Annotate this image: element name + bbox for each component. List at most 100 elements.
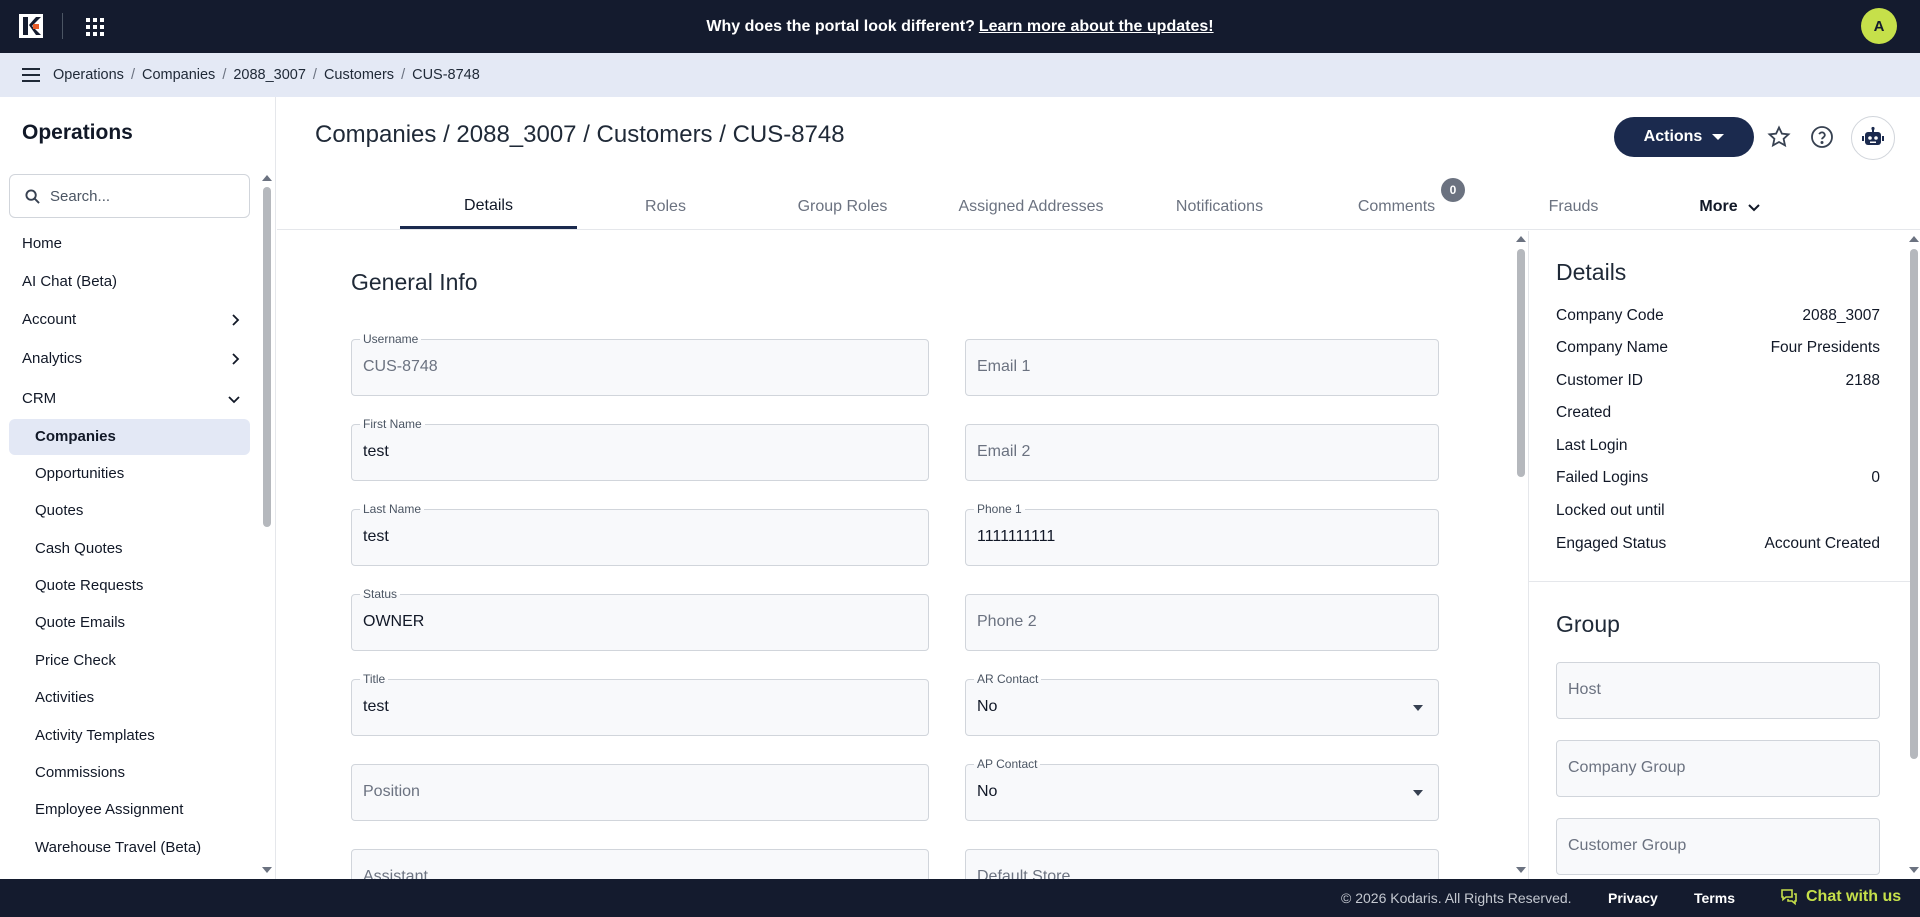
field-placeholder: Assistant (363, 868, 428, 879)
sidebar-scroll-down[interactable] (262, 867, 272, 873)
ap-contact-select[interactable]: AP Contact No (965, 757, 1439, 821)
first-name-field[interactable]: First Name test (351, 417, 929, 481)
privacy-link[interactable]: Privacy (1608, 890, 1658, 906)
star-icon[interactable] (1767, 125, 1791, 149)
sidebar-item-home[interactable]: Home (22, 235, 240, 252)
tab-assigned-addresses[interactable]: Assigned Addresses (931, 185, 1131, 229)
sidebar-item-analytics[interactable]: Analytics (22, 350, 240, 367)
details-panel-title: Details (1556, 259, 1627, 285)
breadcrumb-item[interactable]: CUS-8748 (412, 67, 480, 83)
email1-field[interactable]: Email 1 (965, 339, 1439, 396)
sidebar-item-quote-emails[interactable]: Quote Emails (35, 614, 125, 631)
panel-divider (1529, 581, 1911, 582)
breadcrumb-item[interactable]: Companies (142, 67, 215, 83)
sidebar-search[interactable] (9, 174, 250, 218)
tab-details[interactable]: Details (400, 185, 577, 229)
chat-icon (1781, 889, 1797, 906)
title-field[interactable]: Title test (351, 672, 929, 736)
form-scrollbar[interactable] (1517, 249, 1525, 477)
tab-more[interactable]: More (1662, 185, 1797, 229)
sidebar-item-price-check[interactable]: Price Check (35, 652, 116, 669)
panel-scroll-up[interactable] (1909, 236, 1919, 242)
company-group-field[interactable]: Company Group (1556, 740, 1880, 797)
main-header: Companies / 2088_3007 / Customers / CUS-… (277, 97, 1920, 230)
detail-row-last-login: Last Login (1556, 437, 1628, 454)
phone1-field[interactable]: Phone 1 1111111111 (965, 502, 1439, 566)
sidebar-item-opportunities[interactable]: Opportunities (35, 465, 124, 482)
username-field[interactable]: Username CUS-8748 (351, 332, 929, 396)
tab-frauds[interactable]: Frauds (1485, 185, 1662, 229)
menu-icon[interactable] (22, 67, 40, 83)
panel-scroll-down[interactable] (1909, 867, 1919, 873)
sidebar-item-commissions[interactable]: Commissions (35, 764, 125, 781)
sidebar-item-warehouse-travel[interactable]: Warehouse Travel (Beta) (35, 839, 201, 856)
assistant-field[interactable]: Assistant (351, 849, 929, 879)
avatar[interactable]: A (1861, 8, 1897, 44)
chevron-right-icon (232, 352, 240, 365)
customer-group-field[interactable]: Customer Group (1556, 818, 1880, 875)
field-value: 1111111111 (977, 528, 1056, 545)
dropdown-arrow-icon (1413, 790, 1423, 796)
email2-field[interactable]: Email 2 (965, 424, 1439, 481)
sidebar-item-employee-assignment[interactable]: Employee Assignment (35, 801, 183, 818)
tab-notifications[interactable]: Notifications (1131, 185, 1308, 229)
copyright: © 2026 Kodaris. All Rights Reserved. (1341, 890, 1572, 906)
tab-roles[interactable]: Roles (577, 185, 754, 229)
detail-row-failed-logins: Failed Logins 0 (1556, 469, 1880, 486)
dropdown-arrow-icon (1413, 705, 1423, 711)
detail-row-created: Created (1556, 404, 1612, 421)
page-title: Companies / 2088_3007 / Customers / CUS-… (315, 121, 845, 148)
sidebar: Operations Home AI Chat (Beta) Account A… (0, 97, 276, 879)
form-scroll-down[interactable] (1516, 867, 1526, 873)
position-field[interactable]: Position (351, 764, 929, 821)
comments-count-badge: 0 (1441, 178, 1465, 202)
terms-link[interactable]: Terms (1694, 890, 1735, 906)
field-label: Phone 1 (974, 502, 1025, 516)
host-field[interactable]: Host (1556, 662, 1880, 719)
panel-scrollbar[interactable] (1910, 249, 1918, 759)
field-label: Last Name (360, 502, 425, 516)
default-store-field[interactable]: Default Store (965, 849, 1439, 879)
caret-down-icon (1712, 134, 1725, 140)
robot-icon (1862, 126, 1884, 145)
chevron-down-icon (1747, 204, 1760, 212)
sidebar-item-companies[interactable]: Companies (35, 428, 116, 445)
breadcrumb-item[interactable]: Customers (324, 67, 394, 83)
breadcrumb-bar: Operations / Companies/ 2088_3007/ Custom… (0, 53, 1920, 97)
search-icon (25, 188, 40, 204)
top-bar: Why does the portal look different? Lear… (0, 0, 1920, 53)
detail-row-company-name: Company Name Four Presidents (1556, 339, 1880, 356)
sidebar-item-quotes[interactable]: Quotes (35, 502, 83, 519)
section-title: General Info (351, 269, 478, 295)
detail-row-company-code: Company Code 2088_3007 (1556, 307, 1880, 324)
breadcrumb-item[interactable]: 2088_3007 (233, 67, 306, 83)
status-field[interactable]: Status OWNER (351, 587, 929, 651)
breadcrumb-item[interactable]: Operations (53, 67, 124, 83)
chat-with-us-button[interactable]: Chat with us (1780, 888, 1901, 906)
sidebar-item-activities[interactable]: Activities (35, 689, 94, 706)
phone2-field[interactable]: Phone 2 (965, 594, 1439, 651)
field-placeholder: Email 2 (977, 443, 1031, 460)
announcement-link[interactable]: Learn more about the updates! (979, 18, 1214, 36)
ar-contact-select[interactable]: AR Contact No (965, 672, 1439, 736)
sidebar-item-crm[interactable]: CRM (22, 390, 240, 407)
ai-assistant-button[interactable] (1851, 116, 1895, 160)
chevron-right-icon (232, 313, 240, 326)
actions-button[interactable]: Actions (1614, 117, 1754, 157)
sidebar-scrollbar[interactable] (263, 187, 271, 527)
help-icon[interactable] (1810, 125, 1834, 149)
last-name-field[interactable]: Last Name test (351, 502, 929, 566)
sidebar-item-cash-quotes[interactable]: Cash Quotes (35, 540, 123, 557)
sidebar-item-ai-chat[interactable]: AI Chat (Beta) (22, 273, 240, 290)
search-input[interactable] (50, 187, 230, 205)
sidebar-item-account[interactable]: Account (22, 311, 240, 328)
tab-group-roles[interactable]: Group Roles (754, 185, 931, 229)
field-label: AP Contact (974, 757, 1041, 771)
field-value: No (977, 783, 998, 800)
sidebar-scroll-up[interactable] (262, 175, 272, 181)
tab-comments[interactable]: Comments 0 (1308, 178, 1485, 229)
sidebar-item-quote-requests[interactable]: Quote Requests (35, 577, 143, 594)
field-placeholder: Phone 2 (977, 613, 1037, 630)
form-scroll-up[interactable] (1516, 236, 1526, 242)
sidebar-item-activity-templates[interactable]: Activity Templates (35, 727, 155, 744)
